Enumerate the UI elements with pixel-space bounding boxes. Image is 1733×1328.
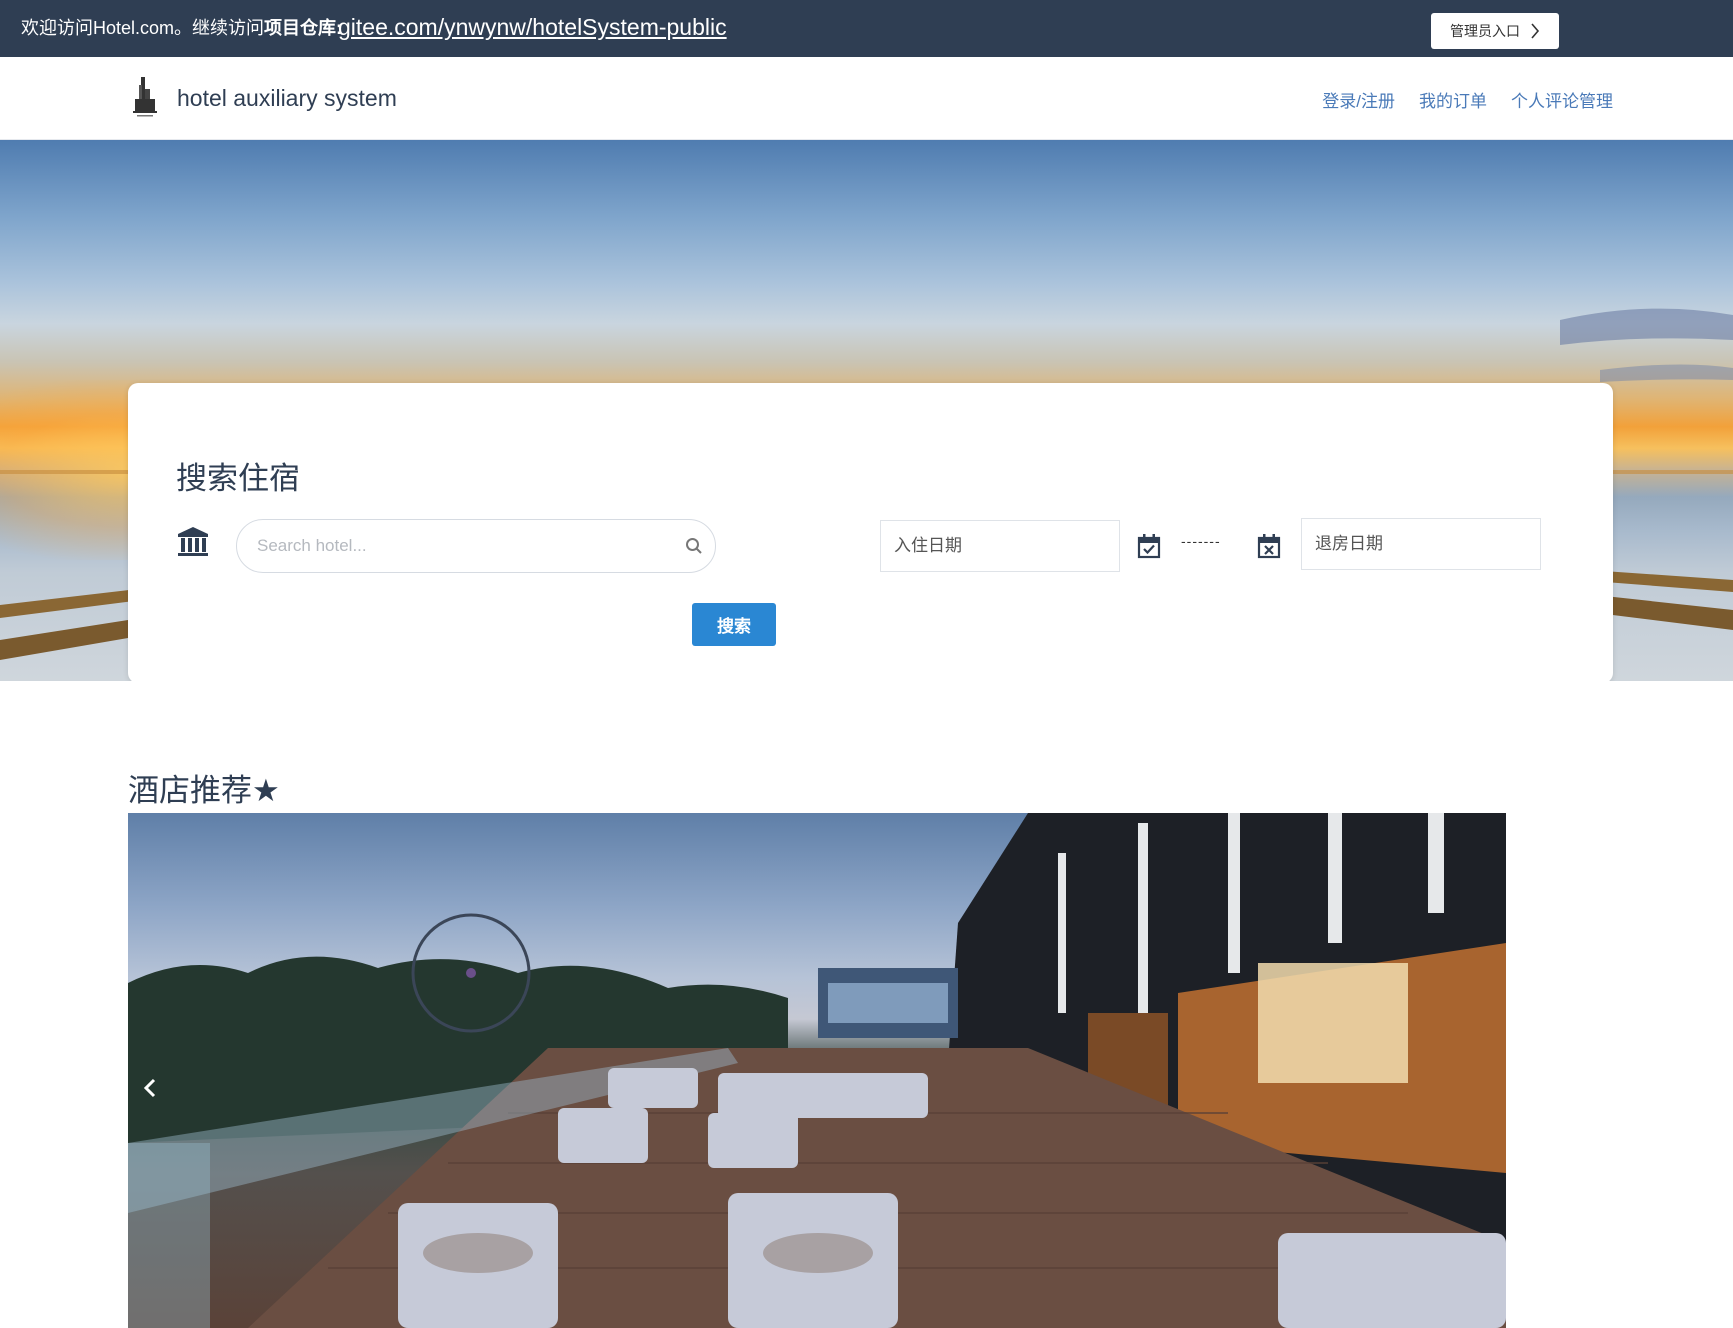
hotel-carousel[interactable] [128, 813, 1506, 1328]
search-button[interactable]: 搜索 [692, 603, 776, 646]
search-panel: 搜索住宿 ------- [128, 383, 1613, 681]
date-range-separator: ------- [1181, 533, 1221, 549]
welcome-text: 欢迎访问Hotel.com。继续访问 [21, 18, 265, 38]
nav-review-management[interactable]: 个人评论管理 [1511, 87, 1613, 112]
checkout-date-input[interactable] [1302, 519, 1540, 569]
admin-entry-button[interactable]: 管理员入口 [1431, 13, 1559, 49]
hotel-terrace-image [128, 813, 1506, 1328]
search-title: 搜索住宿 [176, 461, 300, 496]
main-nav: 登录/注册 我的订单 个人评论管理 [1322, 87, 1613, 112]
recommend-title: 酒店推荐★ [128, 773, 280, 808]
calendar-x-icon[interactable] [1257, 533, 1281, 559]
calendar-check-icon[interactable] [1137, 533, 1161, 559]
checkin-date-field [880, 520, 1120, 572]
hero-banner: 搜索住宿 ------- [0, 140, 1733, 681]
repo-link[interactable]: gitee.com/ynwynw/hotelSystem-public [338, 12, 727, 42]
nav-my-orders[interactable]: 我的订单 [1419, 87, 1487, 112]
carousel-prev-chevron-icon[interactable] [138, 1075, 164, 1101]
hotel-search-input[interactable] [255, 520, 675, 572]
hotel-building-logo-icon[interactable] [129, 75, 161, 120]
hotel-building-icon [178, 527, 208, 556]
search-icon[interactable] [685, 537, 703, 555]
top-announcement-bar: 欢迎访问Hotel.com。继续访问项目仓库: gitee.com/ynwynw… [0, 0, 1733, 57]
chevron-right-icon [1531, 23, 1540, 39]
checkout-date-field [1301, 518, 1541, 570]
checkin-date-input[interactable] [881, 521, 1119, 571]
nav-login-register[interactable]: 登录/注册 [1322, 87, 1395, 112]
admin-entry-label: 管理员入口 [1450, 23, 1520, 39]
brand-name[interactable]: hotel auxiliary system [177, 85, 397, 112]
repo-label: 项目仓库: [264, 18, 343, 38]
site-header: hotel auxiliary system 登录/注册 我的订单 个人评论管理 [0, 57, 1733, 140]
welcome-message: 欢迎访问Hotel.com。继续访问项目仓库: [21, 16, 342, 40]
hotel-search-box [236, 519, 716, 573]
